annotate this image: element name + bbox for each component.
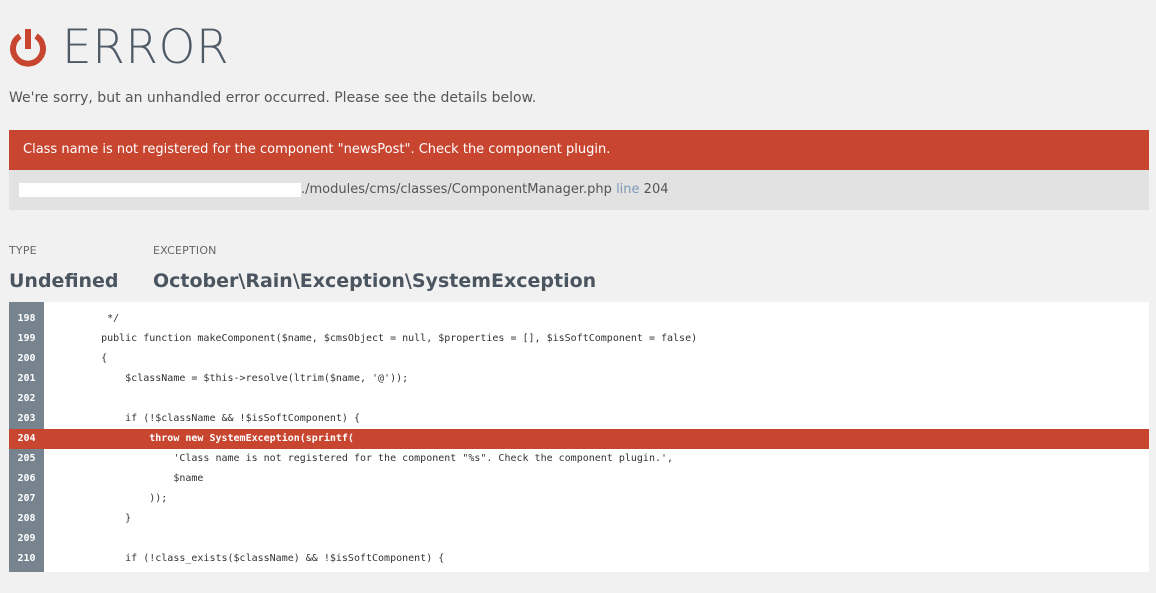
line-number: 203	[17, 413, 36, 424]
file-path-bar: ./modules/cms/classes/ComponentManager.p…	[9, 170, 1149, 210]
file-path: ./modules/cms/classes/ComponentManager.p…	[301, 170, 669, 210]
line-number: 200	[17, 353, 36, 364]
code-text: 'Class name is not registered for the co…	[77, 453, 674, 464]
code-snippet-panel: 198 */199 public function makeComponent(…	[9, 302, 1149, 572]
type-section: TYPE Undefined	[9, 244, 119, 292]
line-number: 208	[17, 513, 36, 524]
line-number: 204	[17, 433, 36, 444]
error-subtitle: We're sorry, but an unhandled error occu…	[9, 90, 537, 106]
code-line: 205 'Class name is not registered for th…	[9, 449, 1149, 469]
code-line: 210 if (!class_exists($className) && !$i…	[9, 549, 1149, 569]
code-text: $className = $this->resolve(ltrim($name,…	[77, 373, 409, 384]
error-message: Class name is not registered for the com…	[23, 142, 611, 157]
code-text: if (!class_exists($className) && !$isSof…	[77, 553, 445, 564]
code-line: 201 $className = $this->resolve(ltrim($n…	[9, 369, 1149, 389]
line-number: 198	[17, 313, 36, 324]
line-number: 199	[17, 333, 36, 344]
code-line: 200 {	[9, 349, 1149, 369]
page-title: ERROR	[62, 20, 230, 75]
code-line: 209	[9, 529, 1149, 549]
code-text: if (!$className && !$isSoftComponent) {	[77, 413, 360, 424]
error-message-bar: Class name is not registered for the com…	[9, 130, 1149, 177]
line-number: 202	[17, 393, 36, 404]
code-text: */	[77, 313, 120, 324]
power-icon	[10, 29, 46, 67]
code-text: {	[77, 353, 108, 364]
code-text: throw new SystemException(sprintf(	[77, 433, 354, 444]
code-line: 202	[9, 389, 1149, 409]
code-line: 199 public function makeComponent($name,…	[9, 329, 1149, 349]
code-line: 206 $name	[9, 469, 1149, 489]
code-line: 208 }	[9, 509, 1149, 529]
code-line: 207 ));	[9, 489, 1149, 509]
line-number: 210	[17, 553, 36, 564]
code-line: 198 */	[9, 309, 1149, 329]
line-number: 204	[643, 182, 669, 197]
code-line: 203 if (!$className && !$isSoftComponent…	[9, 409, 1149, 429]
code-text: ));	[77, 493, 168, 504]
code-text: public function makeComponent($name, $cm…	[77, 333, 698, 344]
line-number: 207	[17, 493, 36, 504]
line-number: 209	[17, 533, 36, 544]
code-text: }	[77, 513, 132, 524]
redacted-path	[19, 183, 301, 197]
exception-section: EXCEPTION October\Rain\Exception\SystemE…	[153, 244, 596, 292]
line-number: 205	[17, 453, 36, 464]
code-text: $name	[77, 473, 204, 484]
type-value: Undefined	[9, 270, 119, 292]
line-number: 206	[17, 473, 36, 484]
exception-value: October\Rain\Exception\SystemException	[153, 270, 597, 292]
code-line-highlighted: 204 throw new SystemException(sprintf(	[9, 429, 1149, 449]
exception-label: EXCEPTION	[153, 244, 217, 257]
file-path-text: ./modules/cms/classes/ComponentManager.p…	[301, 182, 612, 197]
error-header: ERROR	[8, 22, 229, 74]
type-label: TYPE	[9, 244, 37, 257]
line-number: 201	[17, 373, 36, 384]
line-label: line	[616, 182, 640, 197]
